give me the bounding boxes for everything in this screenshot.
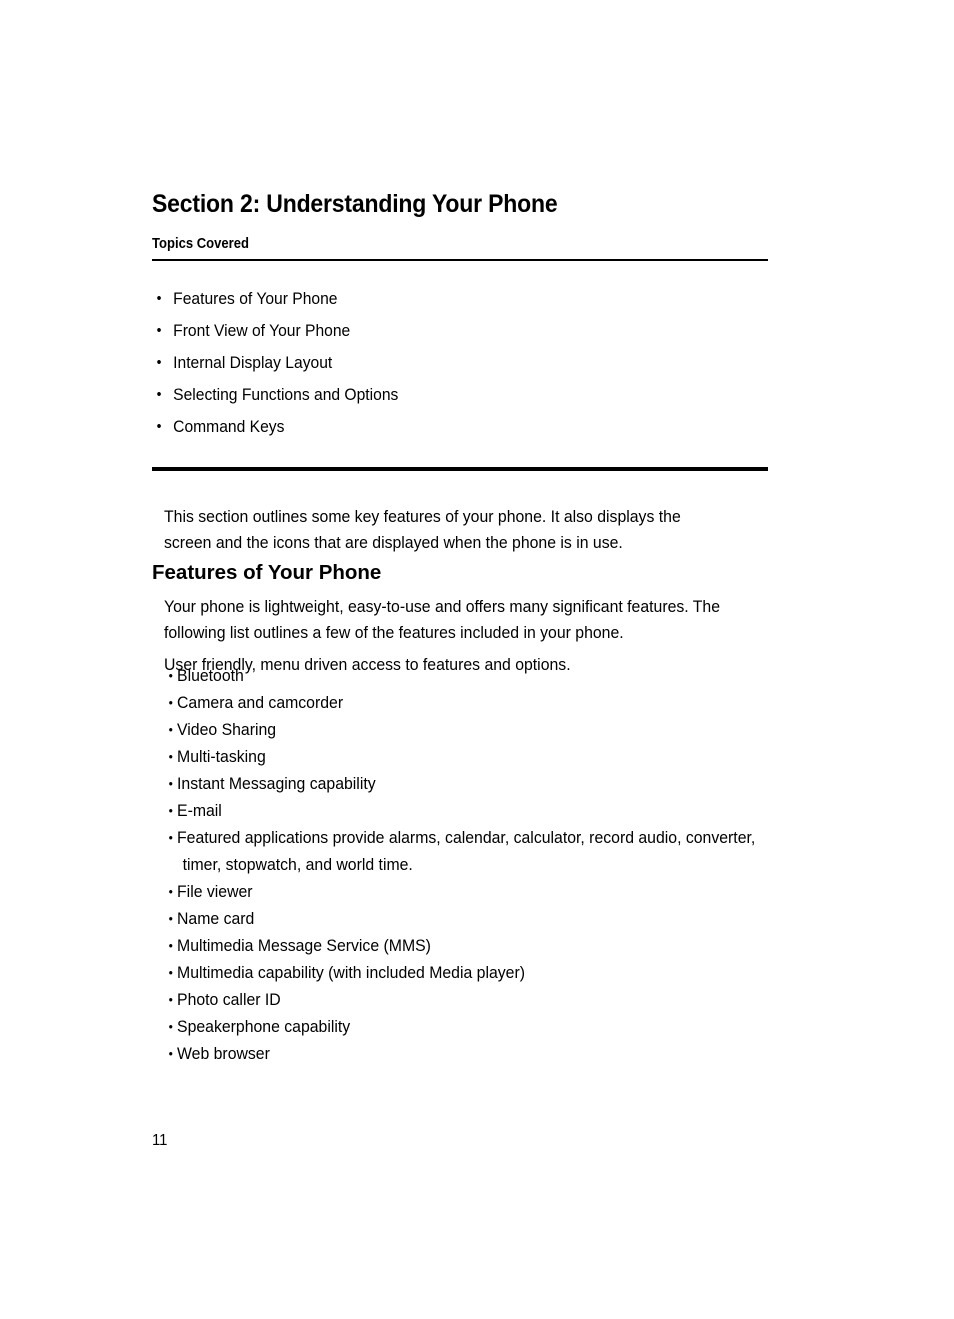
bullet-icon: • [168,965,173,980]
bullet-icon: • [168,992,173,1007]
feature-list-item-label: Bluetooth [177,666,244,685]
feature-list-item-continuation: timer, stopwatch, and world time. [182,855,413,874]
topic-list-item-label: Features of Your Phone [173,289,338,308]
feature-list-item-label: File viewer [177,882,253,901]
bullet-icon: • [156,322,162,339]
topic-list-item-label: Front View of Your Phone [173,321,351,340]
feature-list-item: • Camera and camcorder [164,689,778,716]
intro-paragraph: This section outlines some key features … [164,507,681,552]
feature-list-item-label: Name card [177,909,255,928]
feature-list-item-label: Speakerphone capability [177,1017,351,1036]
feature-list-item-label: E-mail [177,801,222,820]
bullet-icon: • [168,749,173,764]
topic-list-item-label: Command Keys [173,417,285,436]
feature-list-item: • Multimedia Message Service (MMS) [164,932,778,959]
bullet-icon: • [156,290,162,307]
feature-list-item: • Speakerphone capability [164,1013,778,1040]
feature-list-item: • Photo caller ID [164,986,778,1013]
bullet-icon: • [156,418,162,435]
bullet-icon: • [168,1019,173,1034]
feature-list-item: • Name card [164,905,778,932]
bullet-icon: • [168,722,173,737]
features-list: • Bluetooth • Camera and camcorder • Video Sh… [164,662,824,1067]
bullet-icon: • [156,386,162,403]
feature-list-item-label: Multimedia capability (with included Med… [177,963,525,982]
feature-list-item-label: Multimedia Message Service (MMS) [177,936,431,955]
bullet-icon: • [168,884,173,899]
bullet-icon: • [168,830,173,845]
page-title: Section 2: Understanding Your Phone [152,189,558,218]
topics-covered-label: Topics Covered [152,236,249,252]
bullet-icon: • [168,911,173,926]
bullet-icon: • [168,938,173,953]
topics-list: • Features of Your Phone • Front View of Yo… [152,288,772,448]
feature-list-item: • E-mail [164,797,778,824]
topic-list-item-label: Selecting Functions and Options [173,385,399,404]
page-number: 11 [152,1132,168,1149]
feature-list-item: • Instant Messaging capability [164,770,778,797]
document-page: Section 2: Understanding Your Phone Topi… [0,0,954,1319]
bullet-icon: • [168,776,173,791]
feature-list-item: • Multi-tasking [164,743,778,770]
topic-list-item[interactable]: • Internal Display Layout [152,352,722,374]
topic-list-item[interactable]: • Command Keys [152,416,722,438]
topic-list-item[interactable]: • Front View of Your Phone [152,320,722,342]
feature-list-item-label: Web browser [177,1044,270,1063]
features-heading: Features of Your Phone [152,561,382,584]
bullet-icon: • [168,695,173,710]
bullet-icon: • [168,668,173,683]
feature-list-item-label: Multi-tasking [177,747,266,766]
bullet-icon: • [156,354,162,371]
feature-list-item: • Web browser [164,1040,778,1067]
feature-list-item: • Bluetooth [164,662,778,689]
feature-list-item-label: Photo caller ID [177,990,281,1009]
divider-bottom [152,467,768,471]
topic-list-item-label: Internal Display Layout [173,353,333,372]
feature-list-item: • Multimedia capability (with included Me… [164,959,778,986]
feature-list-item-label: Camera and camcorder [177,693,344,712]
feature-list-item-label: Featured applications provide alarms, ca… [177,828,756,847]
bullet-icon: • [168,1046,173,1061]
feature-list-item: • Video Sharing [164,716,778,743]
topic-list-item[interactable]: • Features of Your Phone [152,288,722,310]
feature-list-item: • File viewer [164,878,778,905]
topic-list-item[interactable]: • Selecting Functions and Options [152,384,722,406]
feature-list-item-label: Instant Messaging capability [177,774,376,793]
feature-list-item-label: Video Sharing [177,720,277,739]
divider-top [152,259,768,261]
features-paragraph-1: Your phone is lightweight, easy-to-use a… [164,597,721,642]
feature-list-item: • Featured applications provide alarms, c… [164,824,778,878]
bullet-icon: • [168,803,173,818]
